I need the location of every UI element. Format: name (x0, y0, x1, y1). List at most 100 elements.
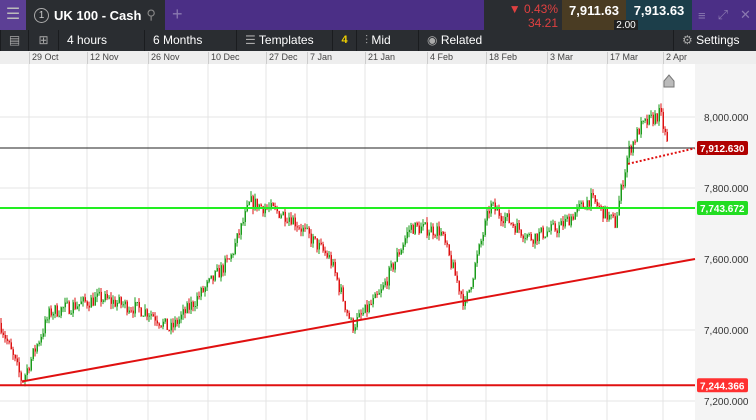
candle-body (476, 254, 478, 264)
tab-number: 1 (34, 7, 49, 23)
green-level-tag-label: 7,743.672 (700, 204, 745, 215)
candle-body (306, 227, 308, 229)
candle-body (294, 217, 296, 227)
candle-body (512, 223, 514, 226)
candle-body (402, 244, 404, 250)
hamburger-icon[interactable]: ☰ (0, 0, 26, 30)
close-icon[interactable]: ✕ (740, 7, 751, 23)
candle-body (52, 313, 54, 316)
candle-body (480, 240, 482, 245)
candle-body (100, 291, 102, 302)
candle-body (624, 172, 626, 187)
candle-body (146, 309, 148, 317)
candle-body (656, 113, 658, 122)
add-tab-icon[interactable]: + (172, 4, 183, 25)
settings-label: Settings (696, 33, 740, 47)
date-label: 29 Oct (29, 52, 59, 64)
candle-body (206, 281, 208, 288)
candle-body (308, 227, 310, 234)
y-tick-label: 7,400.000 (704, 326, 749, 337)
date-label: 17 Mar (607, 52, 638, 64)
candle-body (652, 114, 654, 124)
candle-body (322, 244, 324, 251)
date-label: 27 Dec (266, 52, 298, 64)
candle-body (290, 217, 292, 225)
candle-body (214, 271, 216, 281)
candle-body (366, 304, 368, 313)
candle-body (466, 292, 468, 300)
candle-body (662, 111, 664, 129)
date-label: 3 Mar (547, 52, 573, 64)
candle-body (172, 322, 174, 328)
candle-body (114, 299, 116, 307)
candle-body (102, 300, 104, 302)
related-label: Related (440, 33, 483, 47)
expand-icon[interactable]: ⤢ (718, 7, 728, 23)
candle-body (104, 293, 106, 301)
candle-body (382, 285, 384, 290)
candle-body (630, 145, 632, 153)
candle-body (474, 263, 476, 279)
chart-toolbar: ▤ ⊞ 4 hours 6 Months ☰ Templates 4 ⫶ Mid… (0, 30, 756, 51)
candle-body (446, 242, 448, 245)
candle-body (106, 293, 108, 299)
candle-body (212, 275, 214, 281)
candle-body (4, 334, 6, 339)
candle-body (412, 225, 414, 234)
candle-body (424, 222, 426, 224)
interval-select[interactable]: 4 hours (58, 30, 144, 51)
eye-icon: ◉ (427, 33, 438, 47)
candle-body (334, 261, 336, 273)
candle-body (504, 217, 506, 224)
list-icon[interactable]: ▤ (0, 30, 28, 51)
candle-body (132, 310, 134, 314)
candle-body (142, 315, 144, 317)
templates-icon: ☰ (245, 33, 256, 47)
candle-body (368, 303, 370, 313)
candle-body (442, 231, 444, 235)
candle-body (90, 297, 92, 308)
top-bar: ☰ 1 UK 100 - Cash ⚲ + ▼ 0.43% 34.21 7,911… (0, 0, 756, 31)
candle-body (614, 216, 616, 228)
candle-body (548, 230, 550, 232)
candle-body (120, 297, 122, 305)
candle-body (400, 249, 402, 255)
candle-body (160, 325, 162, 327)
price-type-label: Mid (371, 33, 391, 47)
candle-body (140, 307, 142, 317)
candle-body (232, 254, 234, 256)
range-select[interactable]: 6 Months (144, 30, 236, 51)
candle-body (506, 213, 508, 218)
candle-body (516, 223, 518, 233)
candle-body (286, 221, 288, 223)
price-chart[interactable]: 8,000.000 7,800.000 7,600.000 7,400.000 7,20… (0, 64, 756, 420)
candle-body (416, 222, 418, 226)
candle-body (450, 255, 452, 268)
candle-body (418, 225, 420, 234)
search-icon[interactable]: ⚲ (146, 7, 156, 23)
candle-body (298, 227, 300, 229)
candle-body (20, 372, 22, 381)
settings-button[interactable]: ⚙ Settings (673, 30, 756, 51)
candle-body (108, 297, 110, 299)
candle-body (502, 221, 504, 224)
support-trendline (21, 258, 696, 383)
candle-body (558, 225, 560, 234)
layout-icon[interactable]: ⊞ (28, 30, 58, 51)
templates-button[interactable]: ☰ Templates (236, 30, 332, 51)
price-type-select[interactable]: ⫶ Mid (356, 30, 418, 51)
candle-body (226, 258, 228, 260)
candle-body (588, 200, 590, 207)
drag-handle-icon[interactable]: ≡ (698, 8, 706, 23)
candle-body (88, 305, 90, 308)
candle-body (436, 226, 438, 236)
candle-body (98, 291, 100, 294)
candle-body (230, 254, 232, 259)
related-button[interactable]: ◉ Related (418, 30, 506, 51)
date-label: 18 Feb (486, 52, 517, 64)
candle-body (434, 235, 436, 237)
y-tick-label: 7,800.000 (704, 184, 749, 195)
instrument-tab[interactable]: 1 UK 100 - Cash ⚲ (26, 0, 165, 30)
instrument-title: UK 100 - Cash (54, 7, 142, 23)
candle-body (564, 218, 566, 227)
